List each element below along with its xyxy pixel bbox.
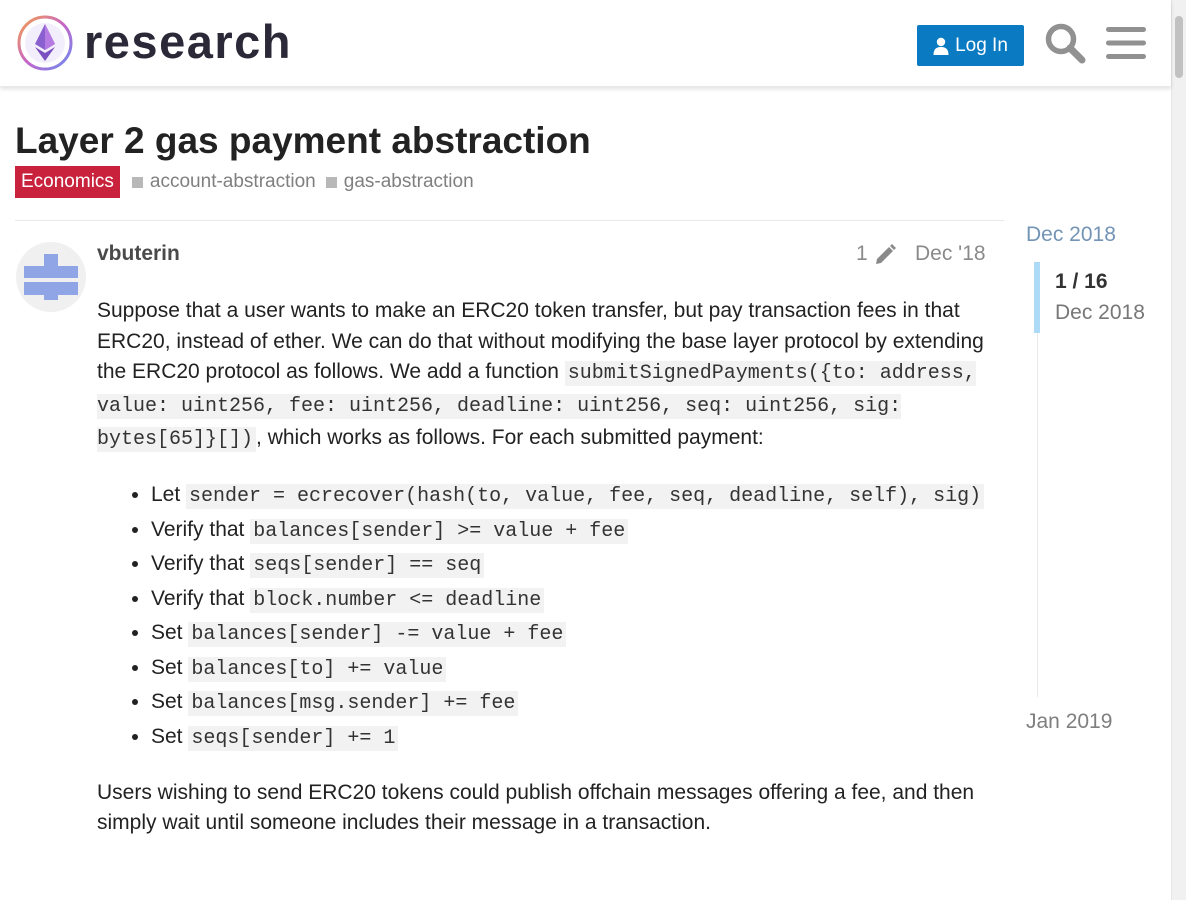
hamburger-menu-icon[interactable] xyxy=(1106,26,1146,60)
tag-account-abstraction[interactable]: account-abstraction xyxy=(131,171,316,193)
post-username[interactable]: vbuterin xyxy=(97,240,180,268)
category-badge[interactable]: Economics xyxy=(15,166,120,198)
list-item: Set balances[msg.sender] += fee xyxy=(151,686,989,721)
list-item: Set seqs[sender] += 1 xyxy=(151,721,989,756)
logo-icon[interactable] xyxy=(16,14,74,72)
inline-code: balances[sender] >= value + fee xyxy=(250,518,629,544)
edit-count: 1 xyxy=(856,242,868,265)
topic-tags: Economics account-abstraction gas-abstra… xyxy=(15,166,484,198)
tag-label: account-abstraction xyxy=(149,171,316,192)
inline-code: sender = ecrecover(hash(to, value, fee, … xyxy=(186,484,985,509)
step-verb: Let xyxy=(151,483,187,506)
pencil-icon xyxy=(875,244,896,264)
tag-label: gas-abstraction xyxy=(343,171,474,192)
step-verb: Set xyxy=(151,655,189,679)
step-verb: Verify that xyxy=(151,517,251,541)
post-paragraph: Suppose that a user wants to make an ERC… xyxy=(97,296,989,456)
site-header: research Log In xyxy=(0,0,1171,87)
login-button[interactable]: Log In xyxy=(917,25,1024,66)
inline-code: seqs[sender] += 1 xyxy=(188,725,399,751)
step-verb: Set xyxy=(151,724,189,748)
timeline-current-date: Dec 2018 xyxy=(1055,301,1145,324)
inline-code: balances[to] += value xyxy=(188,656,447,682)
post-date[interactable]: Dec '18 xyxy=(915,240,986,268)
tag-square-icon xyxy=(325,176,337,188)
timeline-position[interactable]: 1 / 16 xyxy=(1055,268,1108,296)
site-brand[interactable]: research xyxy=(84,14,292,70)
post-paragraph: Users wishing to send ERC20 tokens could… xyxy=(97,781,975,834)
tag-gas-abstraction[interactable]: gas-abstraction xyxy=(325,171,474,193)
topic-title[interactable]: Layer 2 gas payment abstraction xyxy=(15,117,591,165)
login-label: Log In xyxy=(955,34,1008,56)
paragraph-text: , which works as follows. For each submi… xyxy=(256,426,764,449)
post-body: Suppose that a user wants to make an ERC… xyxy=(97,296,989,838)
list-item: Set balances[to] += value xyxy=(151,652,989,687)
step-verb: Verify that xyxy=(151,552,251,575)
inline-code: seqs[sender] == seq xyxy=(250,553,485,578)
steps-list: Let sender = ecrecover(hash(to, value, f… xyxy=(97,479,989,755)
page-scrollbar[interactable] xyxy=(1171,0,1186,900)
inline-code: balances[sender] -= value + fee xyxy=(188,622,567,647)
avatar[interactable] xyxy=(16,242,86,312)
topic-divider xyxy=(15,220,1004,221)
user-icon xyxy=(933,37,949,55)
list-item: Verify that block.number <= deadline xyxy=(151,583,989,618)
timeline-end-date[interactable]: Jan 2019 xyxy=(1026,708,1112,736)
timeline-handle[interactable] xyxy=(1034,262,1040,333)
inline-code: balances[msg.sender] += fee xyxy=(188,691,519,716)
list-item: Let sender = ecrecover(hash(to, value, f… xyxy=(151,479,989,514)
list-item: Verify that balances[sender] >= value + … xyxy=(151,514,989,549)
timeline-start-date[interactable]: Dec 2018 xyxy=(1026,221,1116,249)
inline-code: block.number <= deadline xyxy=(250,587,545,613)
list-item: Verify that seqs[sender] == seq xyxy=(151,548,989,583)
edit-history-button[interactable]: 1 xyxy=(856,240,898,268)
search-icon[interactable] xyxy=(1044,22,1086,64)
step-verb: Set xyxy=(151,690,189,713)
scrollbar-thumb[interactable] xyxy=(1175,16,1183,78)
step-verb: Verify that xyxy=(151,586,251,610)
step-verb: Set xyxy=(151,621,189,644)
list-item: Set balances[sender] -= value + fee xyxy=(151,617,989,652)
tag-square-icon xyxy=(131,176,143,188)
